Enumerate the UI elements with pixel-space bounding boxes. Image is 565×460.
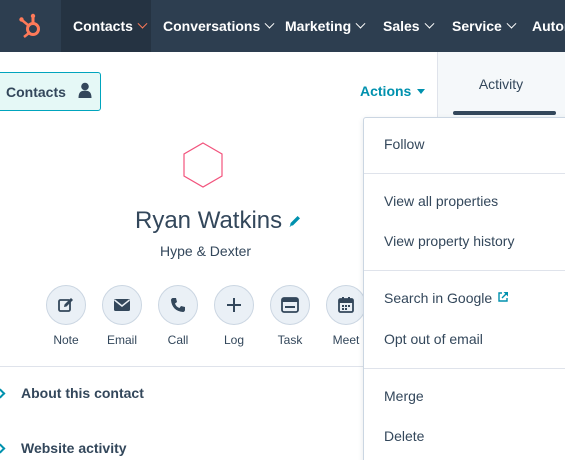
section-title: About this contact [21,385,144,401]
caret-down-icon [417,88,426,94]
menu-item-delete[interactable]: Delete [384,428,424,444]
nav-service-label: Service [452,18,502,34]
contact-company[interactable]: Hype & Dexter [160,243,251,259]
menu-item-follow[interactable]: Follow [384,136,424,152]
section-about-contact[interactable]: About this contact [0,366,363,420]
nav-automation[interactable]: Autom [532,0,565,52]
menu-item-opt-out-email[interactable]: Opt out of email [384,331,483,347]
chevron-right-icon [0,388,6,398]
nav-marketing[interactable]: Marketing [285,0,366,52]
menu-item-search-in-google[interactable]: Search in Google [384,290,509,306]
menu-divider [364,368,565,369]
quick-action-label: Note [53,333,79,347]
contact-avatar [182,141,224,194]
tab-activity-label: Activity [478,76,524,92]
phone-icon[interactable] [158,285,198,325]
nav-contacts-label: Contacts [73,18,133,34]
actions-menu: Follow View all properties View property… [363,117,565,460]
nav-conversations[interactable]: Conversations [163,0,275,52]
top-nav: Contacts Conversations Marketing Sales S… [0,0,565,52]
tab-activity[interactable]: Activity [437,52,565,116]
quick-action-task[interactable]: Task [260,285,320,347]
calendar-icon[interactable] [326,285,366,325]
quick-action-label: Email [106,333,137,347]
contact-name: Ryan Watkins [135,207,302,235]
section-website-activity[interactable]: Website activity [0,421,363,460]
envelope-icon[interactable] [102,285,142,325]
pencil-note-icon[interactable] [46,285,86,325]
chevron-down-icon [137,18,148,29]
plus-icon[interactable] [214,285,254,325]
menu-item-label: Search in Google [384,290,493,306]
menu-item-merge[interactable]: Merge [384,388,424,404]
contact-name-text: Ryan Watkins [135,207,283,234]
nav-automation-label: Autom [532,18,565,34]
chevron-down-icon [264,18,275,29]
chevron-down-icon [506,18,517,29]
menu-item-view-all-properties[interactable]: View all properties [384,193,498,209]
section-title: Website activity [21,440,127,456]
nav-service[interactable]: Service [452,0,517,52]
task-icon[interactable] [270,285,310,325]
contacts-button-label: Contacts [6,83,66,100]
quick-action-call[interactable]: Call [148,285,208,347]
quick-action-note[interactable]: Note [36,285,96,347]
person-icon [78,82,92,101]
chevron-down-icon [424,18,435,29]
menu-item-view-property-history[interactable]: View property history [384,233,514,249]
quick-action-label: Log [223,333,245,347]
nav-conversations-label: Conversations [163,18,261,34]
quick-action-label: Call [167,333,189,347]
menu-divider [364,173,565,174]
nav-sales-label: Sales [383,18,420,34]
nav-sales[interactable]: Sales [383,0,435,52]
quick-action-log[interactable]: Log [204,285,264,347]
tab-active-indicator [453,111,556,115]
actions-dropdown-button[interactable]: Actions [360,83,426,99]
menu-divider [364,270,565,271]
actions-label: Actions [360,83,412,99]
chevron-right-icon [0,443,6,453]
external-link-icon [497,290,509,306]
edit-pencil-icon[interactable] [288,207,302,235]
nav-contacts[interactable]: Contacts [61,0,151,52]
hubspot-logo-icon[interactable] [0,0,61,52]
nav-marketing-label: Marketing [285,18,352,34]
quick-action-email[interactable]: Email [92,285,152,347]
quick-action-label: Task [277,333,303,347]
chevron-down-icon [355,18,366,29]
contacts-back-button[interactable]: Contacts [0,72,101,111]
